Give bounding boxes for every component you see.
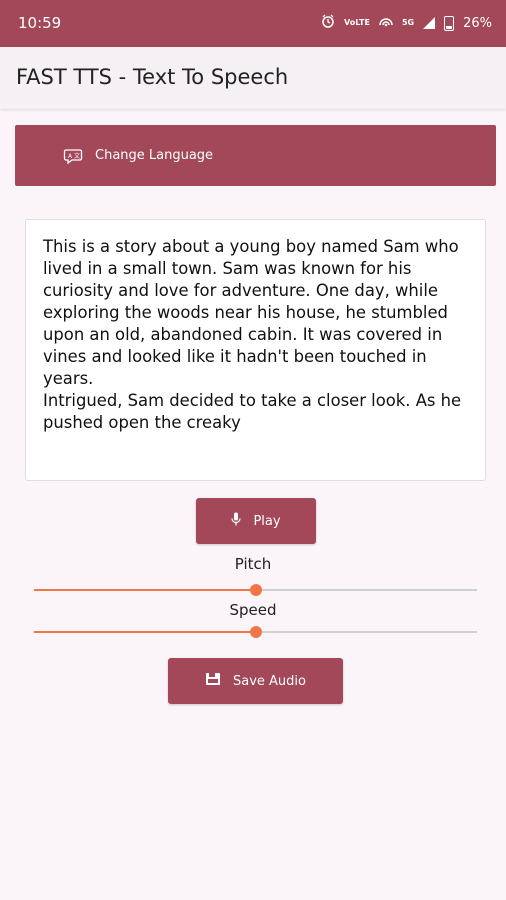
status-bar: 10:59 VoLTE 5G 26%	[0, 0, 506, 47]
save-disk-icon	[205, 672, 221, 690]
play-button[interactable]: Play	[196, 498, 316, 544]
speed-slider[interactable]	[34, 624, 477, 640]
volte-icon: VoLTE	[344, 18, 370, 27]
pitch-slider-thumb[interactable]	[249, 584, 262, 596]
status-time: 10:59	[18, 14, 62, 32]
battery-icon	[444, 15, 455, 31]
text-input[interactable]: This is a story about a young boy named …	[25, 219, 486, 481]
signal-icon	[423, 17, 436, 29]
speed-label: Speed	[229, 601, 277, 619]
hotspot-icon	[379, 15, 393, 31]
play-label: Play	[253, 513, 281, 529]
save-audio-label: Save Audio	[233, 673, 306, 689]
svg-text:A: A	[68, 153, 73, 160]
page-title: FAST TTS - Text To Speech	[16, 65, 289, 89]
battery-percent: 26%	[463, 15, 492, 31]
speed-slider-thumb[interactable]	[249, 626, 262, 638]
app-bar: FAST TTS - Text To Speech	[0, 47, 506, 109]
alarm-icon	[321, 14, 335, 32]
pitch-slider-fill	[34, 589, 256, 591]
change-language-label: Change Language	[95, 148, 214, 163]
microphone-icon	[231, 512, 242, 530]
status-icons: VoLTE 5G 26%	[321, 14, 492, 32]
pitch-label: Pitch	[234, 555, 272, 573]
translate-chat-icon: A文	[63, 148, 83, 164]
pitch-slider[interactable]	[34, 582, 477, 598]
svg-text:文: 文	[74, 152, 80, 160]
change-language-button[interactable]: A文 Change Language	[15, 125, 496, 186]
speed-slider-fill	[34, 631, 256, 633]
network-5g-icon: 5G	[401, 18, 415, 27]
save-audio-button[interactable]: Save Audio	[168, 658, 343, 704]
